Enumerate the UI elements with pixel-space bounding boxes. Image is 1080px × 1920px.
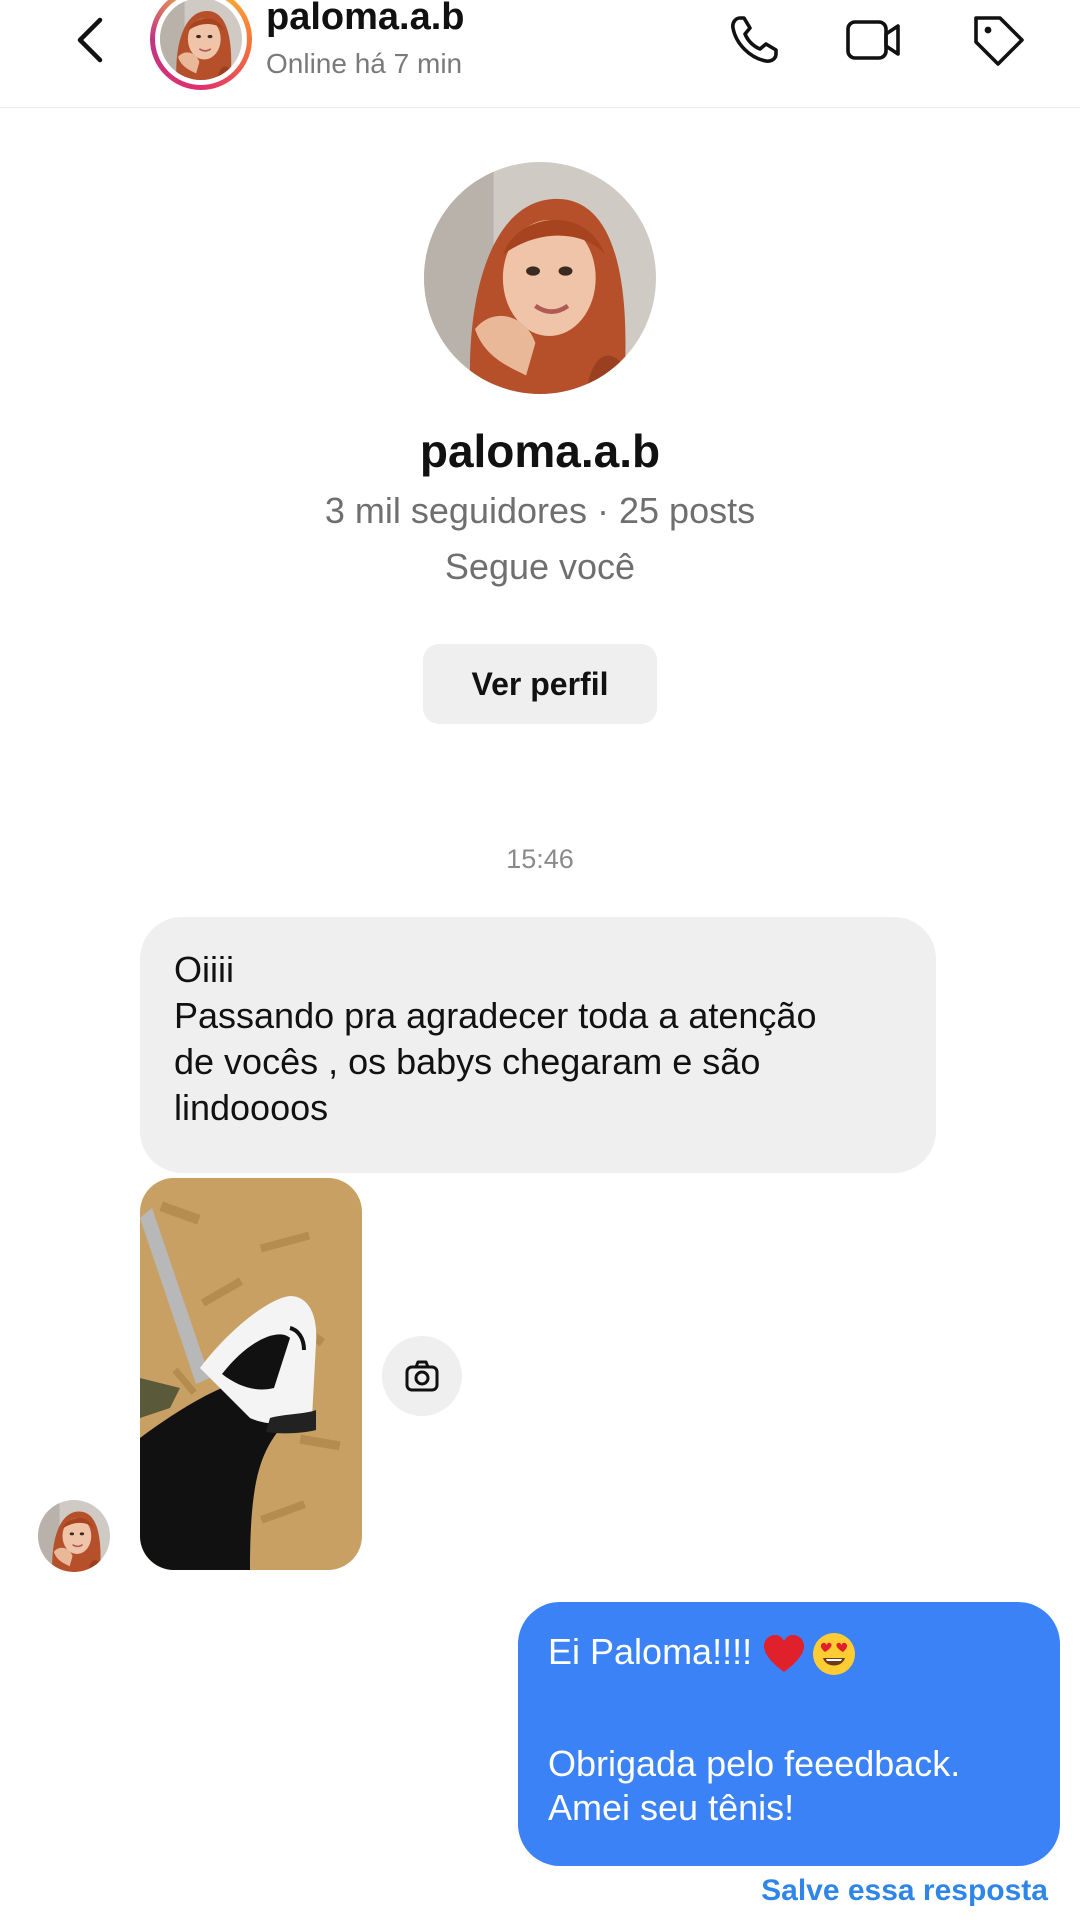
message-line: Amei seu tênis!: [548, 1787, 795, 1829]
profile-stats: 3 mil seguidores · 25 posts: [324, 490, 756, 531]
header-avatar[interactable]: [150, 0, 252, 90]
voice-call-button[interactable]: [722, 8, 786, 72]
label-button[interactable]: [966, 8, 1030, 72]
back-button[interactable]: [62, 10, 122, 70]
save-reply-link[interactable]: Salve essa resposta: [761, 1874, 1048, 1908]
message-line: lindoooos: [174, 1087, 329, 1128]
message-line: de vocês , os babys chegaram e são: [174, 1041, 761, 1082]
message-line-first: Ei Paloma!!!!: [548, 1630, 1030, 1676]
phone-icon: [731, 16, 778, 63]
outgoing-message[interactable]: Ei Paloma!!!! Obrigada pelo feeedback. A…: [518, 1602, 1060, 1866]
profile-username: paloma.a.b: [419, 425, 661, 477]
video-call-button[interactable]: [842, 8, 906, 72]
message-text: Ei Paloma!!!!: [548, 1631, 753, 1672]
message-line: Oiiii: [174, 949, 234, 990]
online-status: Online há 7 min: [266, 48, 463, 79]
view-profile-button[interactable]: Ver perfil: [423, 644, 657, 724]
follow-status: Segue você: [444, 546, 636, 587]
message-timestamp: 15:46: [506, 844, 574, 874]
red-heart-emoji: [764, 1635, 805, 1673]
profile-avatar[interactable]: [424, 162, 656, 394]
sender-avatar[interactable]: [38, 1500, 110, 1572]
camera-reply-button[interactable]: [382, 1336, 462, 1416]
photo-message[interactable]: [140, 1178, 362, 1570]
chevron-left-icon: [77, 17, 103, 63]
heart-eyes-emoji: [813, 1633, 856, 1676]
header-username[interactable]: paloma.a.b: [266, 0, 465, 39]
video-camera-icon: [846, 20, 900, 60]
incoming-message[interactable]: Oiiii Passando pra agradecer toda a aten…: [140, 917, 936, 1173]
camera-icon: [405, 1360, 439, 1392]
message-line: Passando pra agradecer toda a atenção: [174, 995, 817, 1036]
tag-icon: [974, 16, 1024, 66]
chat-header: paloma.a.b Online há 7 min: [0, 0, 1080, 108]
message-line: Obrigada pelo feeedback.: [548, 1743, 961, 1785]
